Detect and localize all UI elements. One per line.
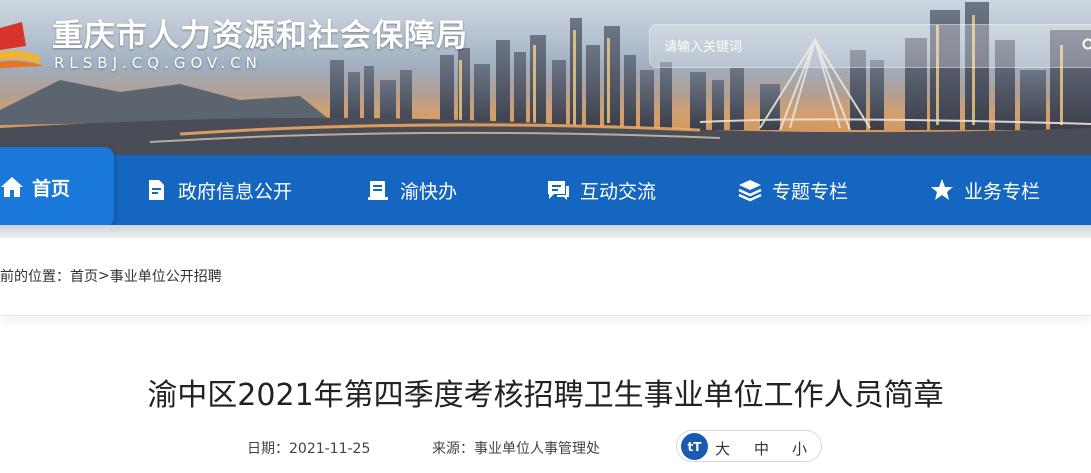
font-small-button[interactable]: 小 (792, 438, 807, 459)
breadcrumb-prefix: 前的位置： (0, 269, 70, 285)
date-label: 日期： (247, 441, 289, 457)
source-value: 事业单位人事管理处 (474, 441, 600, 457)
book-icon (368, 181, 388, 200)
breadcrumb-current-link[interactable]: 事业单位公开招聘 (110, 266, 222, 286)
nav-item-yukuaiban[interactable]: 渝快办 (366, 155, 457, 225)
search-box (649, 24, 1091, 68)
site-title[interactable]: 重庆市人力资源和社会保障局 (52, 10, 468, 55)
nav-item-label: 业务专栏 (964, 180, 1041, 203)
nav-item-label: 政府信息公开 (178, 180, 293, 203)
nav-item-label: 专题专栏 (772, 180, 849, 203)
nav-home-label: 首页 (32, 177, 71, 200)
nav-item-gov-info[interactable]: 政府信息公开 (144, 155, 292, 225)
layers-icon (738, 180, 762, 202)
home-icon (1, 177, 23, 197)
header-banner: 重庆市人力资源和社会保障局 RLSBJ.CQ.GOV.CN (0, 0, 1091, 160)
main-nav: 政府信息公开 渝快办 互动交流 专题专栏 业务专栏 (0, 155, 1091, 225)
date-value: 2021-11-25 (289, 441, 371, 457)
site-domain: RLSBJ.CQ.GOV.CN (54, 54, 262, 72)
article-source: 来源：事业单位人事管理处 (432, 438, 600, 458)
nav-item-label: 互动交流 (580, 180, 657, 203)
nav-item-business[interactable]: 业务专栏 (930, 155, 1040, 225)
search-input[interactable] (664, 35, 1064, 59)
star-icon (931, 179, 953, 200)
font-medium-button[interactable]: 中 (754, 438, 769, 459)
font-size-icon: tT (681, 433, 708, 460)
nav-item-label: 渝快办 (400, 180, 458, 203)
nav-item-interaction[interactable]: 互动交流 (546, 155, 656, 225)
breadcrumb-separator: > (98, 268, 110, 284)
font-large-button[interactable]: 大 (715, 438, 730, 459)
breadcrumb: 前的位置： 首页 > 事业单位公开招聘 (0, 266, 222, 286)
source-label: 来源： (432, 441, 474, 457)
breadcrumb-home-link[interactable]: 首页 (70, 266, 98, 286)
chat-icon (548, 181, 569, 200)
search-icon[interactable] (1082, 38, 1091, 52)
nav-item-home[interactable]: 首页 (0, 147, 114, 227)
article-date: 日期：2021-11-25 (247, 438, 370, 458)
document-icon (149, 180, 164, 200)
article-title: 渝中区2021年第四季度考核招聘卫生事业单位工作人员简章 (147, 378, 944, 413)
nav-item-topics[interactable]: 专题专栏 (738, 155, 848, 225)
site-logo (0, 22, 44, 68)
font-size-control: tT 大 中 小 (676, 430, 822, 462)
